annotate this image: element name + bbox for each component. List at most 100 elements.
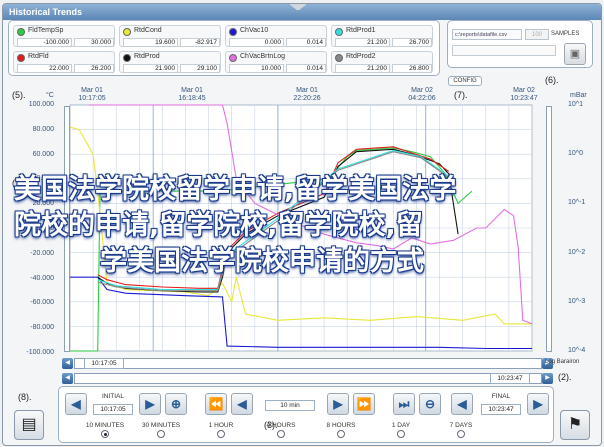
left-tick-label: 80.000	[32, 125, 54, 133]
zoom-in-icon[interactable]: ⊕	[165, 393, 187, 415]
file-path-field[interactable]: c:\reports\datafile.csv	[452, 29, 522, 40]
config-button[interactable]: CONFIG	[448, 76, 482, 86]
tag-rtdprod2[interactable]: RtdProd2 21.200 26.800	[331, 51, 433, 73]
final-forward-arrow-icon[interactable]: ▶	[527, 393, 549, 415]
fast-forward-icon[interactable]: ⏩	[353, 393, 375, 415]
tag-chvacbrtnlog[interactable]: ChVacBrtnLog 10.000 0.014	[225, 51, 327, 73]
final-back-arrow-icon[interactable]: ◀	[451, 393, 473, 415]
step-forward-icon[interactable]: ▶	[327, 393, 349, 415]
timestamp-label: Mar 01 22:20:26	[277, 87, 337, 103]
timestamp-date: Mar 01	[181, 87, 203, 94]
range-label: 1 HOUR	[208, 422, 234, 429]
tag-name: RtdProd2	[346, 53, 376, 60]
range-radio[interactable]	[337, 430, 345, 438]
initial-time-field[interactable]: 10:17:05	[93, 404, 133, 415]
initial-label: INITIAL	[101, 393, 125, 400]
export-controls-panel: c:\reports\datafile.csv 100 SAMPLES ▣	[447, 20, 593, 68]
samples-input[interactable]: 100	[525, 29, 549, 40]
back-arrow-icon[interactable]: ◀	[65, 393, 87, 415]
timestamp-label: Mar 02 10:23:47	[494, 87, 554, 103]
tag-name: ChVacBrtnLog	[240, 53, 286, 60]
range-label: 1 DAY	[391, 422, 411, 429]
timestamp-label: Mar 02 04:22:06	[392, 87, 452, 103]
color-dot-icon	[335, 28, 343, 36]
time-range-bar[interactable]	[74, 373, 542, 384]
range-radio[interactable]	[397, 430, 405, 438]
color-dot-icon	[123, 54, 131, 62]
left-axis-slider[interactable]	[64, 106, 70, 352]
time-navigation-panel: ◀ INITIAL 10:17:05 ▶ ⊕ ⏪ ◀ 10 min ▶ ⏩ ⏭ …	[58, 386, 554, 443]
timestamp-date: Mar 02	[411, 87, 433, 94]
running-man-icon[interactable]: ⚑	[560, 410, 590, 440]
skip-end-icon[interactable]: ⏭	[393, 393, 415, 415]
right-tick-label: 10^1	[568, 101, 583, 108]
range-radio[interactable]	[157, 430, 165, 438]
right-axis-slider[interactable]	[546, 106, 552, 352]
final-time-field[interactable]: 10:23:47	[481, 404, 521, 415]
tag-legend-panel: FldTempSp -100.000 30.000 RtdCond 19.600 -82…	[8, 20, 440, 76]
range-radio[interactable]	[277, 430, 285, 438]
color-dot-icon	[123, 28, 131, 36]
timestamp-time: 16:18:45	[178, 95, 206, 102]
pan-left-icon[interactable]: ◀	[62, 373, 73, 384]
zoom-out-icon[interactable]: ⊖	[419, 393, 441, 415]
timestamp-label: Mar 01 10:17:05	[62, 87, 122, 103]
color-dot-icon	[229, 54, 237, 62]
timeline-scrollbar[interactable]	[74, 358, 542, 369]
tag-chvac10[interactable]: ChVac10 0.000 0.014	[225, 25, 327, 47]
forward-arrow-icon[interactable]: ▶	[139, 393, 161, 415]
floppy-disk-icon[interactable]: ▣	[564, 43, 586, 65]
color-dot-icon	[229, 28, 237, 36]
range-radio[interactable]	[457, 430, 465, 438]
range-label: 7 DAYS	[449, 422, 473, 429]
timestamp-label: Mar 01 16:18:45	[162, 87, 222, 103]
pan-right-icon[interactable]: ▶	[542, 373, 553, 384]
tag-max: 0.014	[286, 38, 326, 47]
step-back-icon[interactable]: ◀	[231, 393, 253, 415]
print-icon[interactable]: ▤	[14, 410, 44, 440]
trend-chart[interactable]	[56, 103, 546, 353]
tag-max: 0.014	[286, 64, 326, 73]
span-field[interactable]: 10 min	[265, 400, 315, 411]
tag-min: 21.900	[123, 64, 178, 73]
tag-rtdfld[interactable]: RtdFld 22.000 26.200	[13, 51, 115, 73]
tag-name: RtdProd	[134, 53, 160, 60]
tag-name: ChVac10	[240, 27, 269, 34]
tag-min: 22.000	[17, 64, 72, 73]
marker-5: (5).	[12, 90, 26, 100]
tag-fldtempsp[interactable]: FldTempSp -100.000 30.000	[13, 25, 115, 47]
timestamp-time: 22:20:26	[293, 95, 321, 102]
tag-max: 26.800	[392, 64, 432, 73]
scroll-left-icon[interactable]: ◀	[62, 358, 73, 369]
tag-min: 21.200	[335, 38, 390, 47]
tag-rtdcond[interactable]: RtdCond 19.600 -82.917	[119, 25, 221, 47]
range-label: 30 MINUTES	[141, 422, 181, 429]
left-tick-label: 100.000	[28, 101, 54, 108]
tag-name: RtdFld	[28, 53, 49, 60]
range-label: 10 MINUTES	[85, 422, 125, 429]
right-tick-label: 10^-2	[568, 248, 586, 256]
marker-2: (2).	[558, 372, 572, 382]
export-progress-bar	[452, 45, 556, 56]
marker-6: (6).	[545, 75, 559, 85]
timestamp-time: 04:22:06	[408, 95, 436, 102]
left-axis-unit: °C	[46, 92, 54, 99]
tag-min: 0.000	[229, 38, 284, 47]
log-scale-label: Log Barairon	[545, 359, 580, 365]
range-radio[interactable]	[217, 430, 225, 438]
color-dot-icon	[17, 28, 25, 36]
tag-max: 30.000	[74, 38, 114, 47]
timestamp-date: Mar 01	[296, 87, 318, 94]
tag-rtdprod[interactable]: RtdProd 21.900 29.100	[119, 51, 221, 73]
right-axis-unit: mBar	[570, 92, 587, 99]
rewind-icon[interactable]: ⏪	[205, 393, 227, 415]
tag-max: 26.700	[392, 38, 432, 47]
tag-rtdprod1[interactable]: RtdProd1 21.200 26.700	[331, 25, 433, 47]
tag-min: -100.000	[17, 38, 72, 47]
range-radio[interactable]	[101, 430, 109, 438]
left-tick-label: 60.000	[32, 150, 54, 158]
left-tick-label: -40.000	[30, 274, 54, 282]
scroll-end-time: 10:23:47	[490, 373, 530, 384]
right-tick-label: 10^-1	[568, 199, 586, 207]
tag-max: 29.100	[180, 64, 220, 73]
